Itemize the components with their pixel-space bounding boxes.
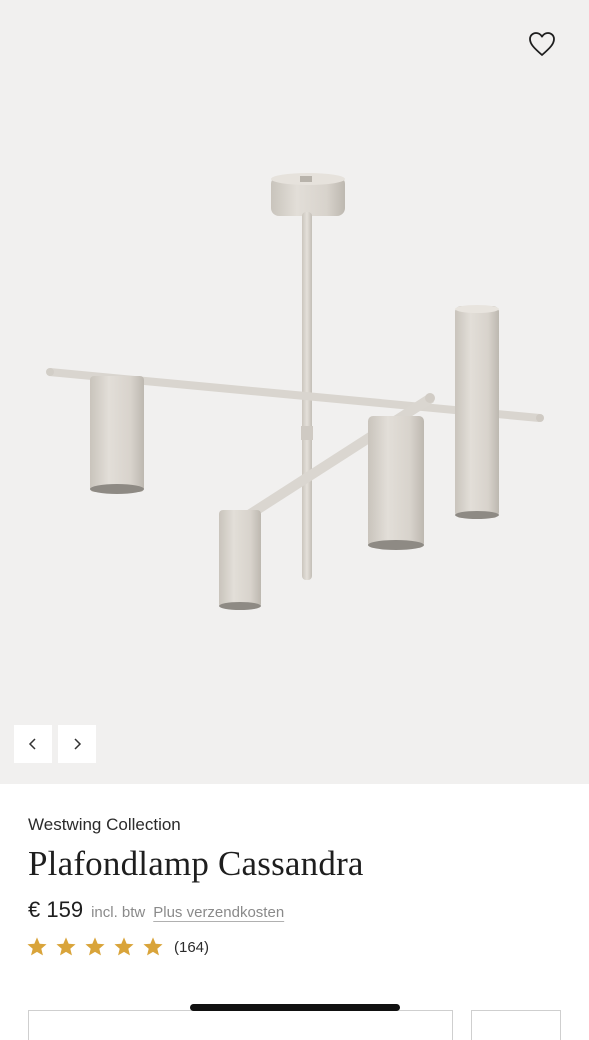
- chevron-left-icon: [28, 738, 36, 750]
- star-icon: [143, 937, 163, 956]
- rating[interactable]: (164): [26, 936, 209, 958]
- shipping-costs-link[interactable]: Plus verzendkosten: [153, 904, 284, 921]
- star-icon: [27, 937, 47, 956]
- chevron-right-icon: [74, 738, 82, 750]
- home-indicator: [190, 1004, 400, 1011]
- tax-note: incl. btw: [91, 904, 146, 921]
- star-icon: [114, 937, 134, 956]
- variant-selector[interactable]: [28, 1010, 453, 1040]
- product-title: Plafondlamp Cassandra: [28, 844, 364, 883]
- price: € 159: [28, 897, 84, 922]
- review-count: (164): [174, 938, 210, 956]
- wishlist-button[interactable]: [522, 24, 562, 64]
- previous-image-button[interactable]: [14, 725, 52, 763]
- brand-name[interactable]: Westwing Collection: [28, 815, 181, 835]
- product-image: [46, 173, 544, 610]
- heart-icon: [529, 32, 555, 56]
- price-row: € 159 incl. btw Plus verzendkosten: [28, 897, 284, 923]
- product-info: Westwing Collection Plafondlamp Cassandr…: [0, 784, 589, 1040]
- product-image-gallery[interactable]: [0, 0, 589, 784]
- quantity-selector[interactable]: [471, 1010, 561, 1040]
- star-icon: [56, 937, 76, 956]
- next-image-button[interactable]: [58, 725, 96, 763]
- star-icon: [85, 937, 105, 956]
